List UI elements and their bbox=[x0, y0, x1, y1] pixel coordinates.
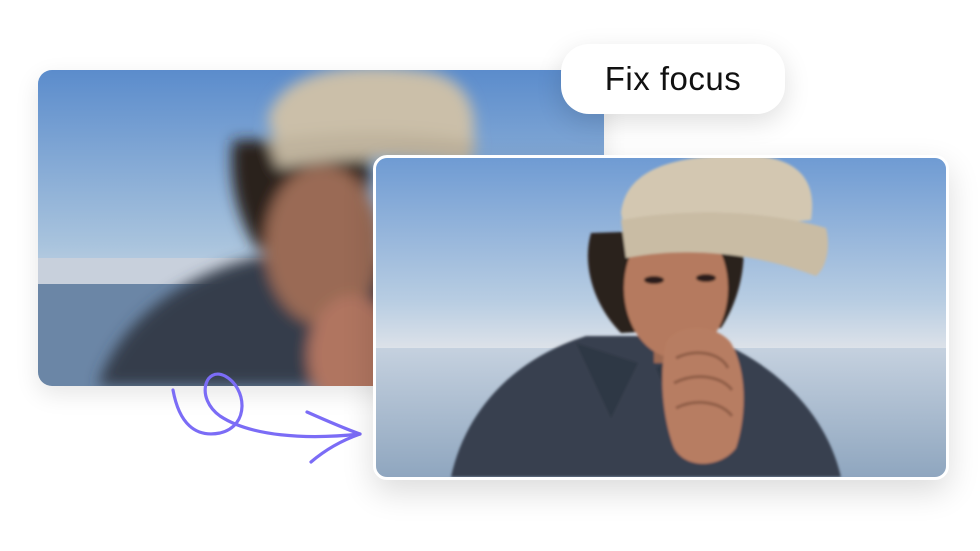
sharp-portrait-photo bbox=[376, 158, 946, 477]
fix-focus-label: Fix focus bbox=[561, 44, 785, 114]
fix-focus-text: Fix focus bbox=[604, 60, 742, 97]
after-image-card bbox=[373, 155, 949, 480]
transform-arrow-icon bbox=[171, 372, 362, 464]
